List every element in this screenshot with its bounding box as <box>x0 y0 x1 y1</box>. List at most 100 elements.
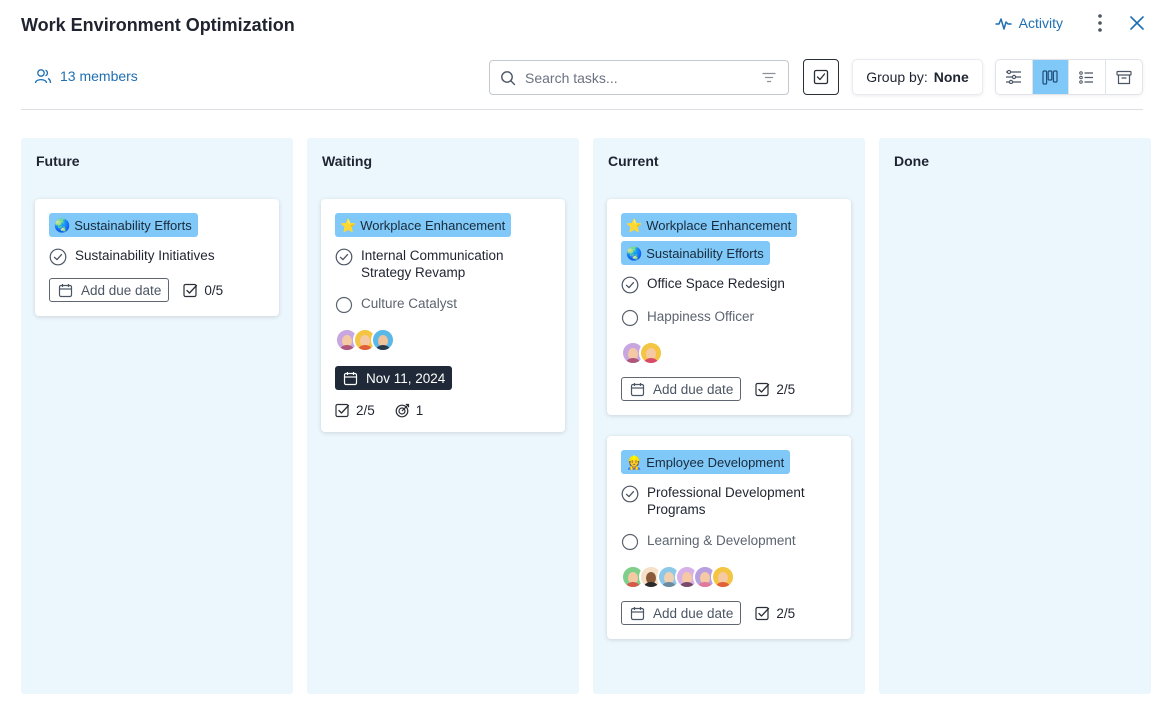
task-item[interactable]: Office Space Redesign <box>621 275 837 294</box>
view-list-button[interactable] <box>1069 60 1106 94</box>
add-due-date-button[interactable]: Add due date <box>621 601 742 625</box>
empty-circle-icon[interactable] <box>621 309 639 327</box>
task-label: Culture Catalyst <box>361 296 458 311</box>
check-circle-icon[interactable] <box>335 248 353 266</box>
task-item[interactable]: Learning & Development <box>621 532 837 551</box>
checklist-count: 2/5 <box>335 403 375 418</box>
tag-workplace-enhancement[interactable]: ⭐ Workplace Enhancement <box>621 213 798 237</box>
column-title: Waiting <box>322 153 373 169</box>
avatar[interactable] <box>711 565 735 589</box>
star-icon: ⭐ <box>626 217 643 233</box>
task-label: Office Space Redesign <box>647 276 785 291</box>
tag-sustainability-efforts[interactable]: 🌏 Sustainability Efforts <box>621 241 770 265</box>
assignee-avatars <box>335 328 551 352</box>
search-icon <box>501 70 516 85</box>
view-switcher <box>995 59 1143 95</box>
task-card[interactable]: 🌏 Sustainability Efforts Sustainability … <box>35 199 279 316</box>
globe-icon: 🌏 <box>626 245 643 261</box>
checkbox-icon <box>813 69 829 85</box>
tag-label: Sustainability Efforts <box>646 245 764 261</box>
add-due-date-button[interactable]: Add due date <box>621 377 742 401</box>
checklist-count: 2/5 <box>755 382 795 397</box>
tag-workplace-enhancement[interactable]: ⭐ Workplace Enhancement <box>335 213 512 237</box>
star-icon: ⭐ <box>340 217 357 233</box>
add-due-date-button[interactable]: Add due date <box>49 278 170 302</box>
task-label: Professional Development Programs <box>647 485 805 517</box>
checklist-icon <box>755 606 770 620</box>
target-icon <box>395 403 409 417</box>
tag-employee-development[interactable]: 👷 Employee Development <box>621 450 791 474</box>
column-waiting: Waiting ⭐ Workplace Enhancement Internal… <box>307 138 579 694</box>
page-title: Work Environment Optimization <box>21 15 295 35</box>
task-item[interactable]: Happiness Officer <box>621 308 837 327</box>
activity-button[interactable]: Activity <box>994 15 1063 31</box>
checklist-icon <box>183 283 198 297</box>
worker-icon: 👷 <box>626 454 643 470</box>
more-options-button[interactable] <box>1093 14 1107 32</box>
task-item[interactable]: Culture Catalyst <box>335 295 551 314</box>
header-actions: Activity <box>994 14 1145 32</box>
check-circle-icon[interactable] <box>621 276 639 294</box>
assignee-avatars <box>621 341 837 365</box>
task-item[interactable]: Professional Development Programs <box>621 484 837 518</box>
task-card[interactable]: ⭐ Workplace Enhancement 🌏 Sustainability… <box>607 199 851 415</box>
checklist-value: 2/5 <box>776 381 796 397</box>
column-title: Future <box>36 153 80 169</box>
archive-icon <box>1116 70 1132 84</box>
view-filter-settings-button[interactable] <box>996 60 1033 94</box>
task-card[interactable]: 👷 Employee Development Professional Deve… <box>607 436 851 639</box>
task-label: Internal Communication Strategy Revamp <box>361 248 504 280</box>
column-current: Current ⭐ Workplace Enhancement 🌏 Sustai… <box>593 138 865 694</box>
due-date-label: Add due date <box>81 282 162 298</box>
view-archive-button[interactable] <box>1106 60 1142 94</box>
members-count: 13 members <box>60 68 138 84</box>
filter-icon[interactable] <box>762 72 776 83</box>
checklist-icon <box>335 403 350 417</box>
assignee-avatars <box>621 565 837 589</box>
calendar-icon <box>630 382 645 396</box>
empty-circle-icon[interactable] <box>335 296 353 314</box>
calendar-icon <box>58 283 73 297</box>
header-divider <box>21 109 1143 110</box>
members-link[interactable]: 13 members <box>34 68 138 84</box>
goals-value: 1 <box>415 402 424 418</box>
list-icon <box>1079 70 1094 84</box>
show-completed-toggle[interactable] <box>803 59 839 95</box>
card-footer: Add due date 0/5 <box>49 278 265 316</box>
checklist-count: 2/5 <box>755 606 795 621</box>
checklist-value: 2/5 <box>356 402 375 418</box>
globe-icon: 🌏 <box>54 217 71 233</box>
tag-sustainability-efforts[interactable]: 🌏 Sustainability Efforts <box>49 213 198 237</box>
card-footer: Add due date 2/5 <box>621 601 837 639</box>
search-input[interactable] <box>525 69 762 86</box>
task-label: Happiness Officer <box>647 309 755 324</box>
kanban-icon <box>1042 69 1058 85</box>
goals-count: 1 <box>395 402 424 418</box>
due-date-chip[interactable]: Nov 11, 2024 <box>335 366 453 390</box>
calendar-icon <box>630 606 645 620</box>
close-button[interactable] <box>1129 15 1145 31</box>
search-box <box>489 60 789 95</box>
close-icon <box>1130 16 1144 30</box>
check-circle-icon[interactable] <box>49 248 67 266</box>
avatar[interactable] <box>639 341 663 365</box>
empty-circle-icon[interactable] <box>621 533 639 551</box>
tag-label: Workplace Enhancement <box>360 217 506 233</box>
card-footer: Add due date 2/5 <box>621 377 837 415</box>
tag-label: Employee Development <box>646 454 785 470</box>
checklist-value: 0/5 <box>204 282 224 298</box>
avatar[interactable] <box>371 328 395 352</box>
activity-icon <box>994 17 1012 30</box>
tag-label: Sustainability Efforts <box>74 217 192 233</box>
column-done: Done <box>879 138 1151 694</box>
column-title: Current <box>608 153 659 169</box>
calendar-icon <box>343 371 358 385</box>
group-by-select[interactable]: Group by: None <box>852 59 983 95</box>
due-date-label: Add due date <box>653 381 734 397</box>
task-item[interactable]: Internal Communication Strategy Revamp <box>335 247 551 281</box>
task-card[interactable]: ⭐ Workplace Enhancement Internal Communi… <box>321 199 565 432</box>
task-item[interactable]: Sustainability Initiatives <box>49 247 265 266</box>
due-date-value: Nov 11, 2024 <box>366 370 446 386</box>
view-board-button[interactable] <box>1032 60 1069 94</box>
check-circle-icon[interactable] <box>621 485 639 503</box>
